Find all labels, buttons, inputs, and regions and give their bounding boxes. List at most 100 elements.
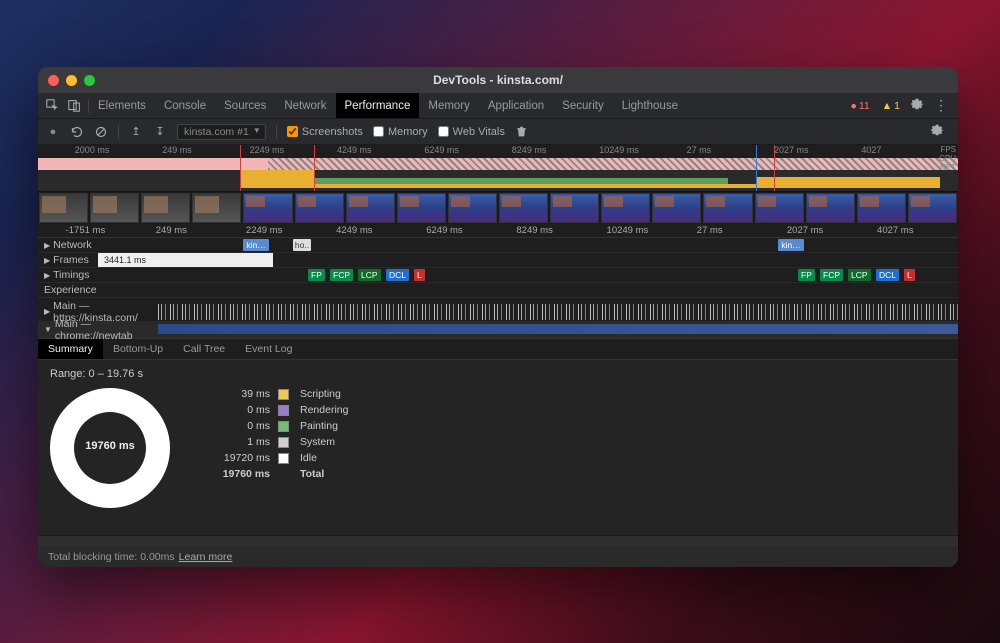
screenshot-thumb[interactable] (397, 193, 446, 223)
overview-tick: 2027 ms (774, 145, 809, 155)
ruler-tick: 4027 ms (877, 225, 913, 236)
timeline-overview[interactable]: 2000 ms249 ms2249 ms4249 ms6249 ms8249 m… (38, 145, 958, 192)
screenshot-thumb[interactable] (141, 193, 190, 223)
ruler-tick: 6249 ms (426, 225, 462, 236)
screenshot-thumb[interactable] (448, 193, 497, 223)
screenshot-thumb[interactable] (550, 193, 599, 223)
timing-fp[interactable]: FP (308, 269, 325, 281)
screenshot-thumb[interactable] (806, 193, 855, 223)
screenshot-thumb[interactable] (243, 193, 292, 223)
screenshot-thumb[interactable] (857, 193, 906, 223)
tab-lighthouse[interactable]: Lighthouse (613, 93, 687, 118)
overview-tick: 10249 ms (599, 145, 639, 155)
inspect-icon[interactable] (44, 98, 60, 114)
legend-value: 39 ms (210, 388, 270, 400)
details-tabs: SummaryBottom-UpCall TreeEvent Log (38, 338, 958, 360)
legend-value: 1 ms (210, 436, 270, 448)
trash-icon[interactable] (515, 125, 529, 139)
frames-track[interactable]: ▶Frames 3441.1 ms (38, 253, 958, 268)
screenshot-thumb[interactable] (499, 193, 548, 223)
tbt-label: Total blocking time: 0.00ms (48, 551, 175, 563)
overview-tick: 4249 ms (337, 145, 372, 155)
legend-label: System (300, 436, 348, 448)
network-item[interactable]: kin… (778, 239, 804, 251)
timing-lcp[interactable]: LCP (848, 269, 871, 281)
ruler-tick: 8249 ms (516, 225, 552, 236)
screenshot-thumb[interactable] (652, 193, 701, 223)
legend-label: Scripting (300, 388, 348, 400)
ruler-tick: 2249 ms (246, 225, 282, 236)
overview-tick: 27 ms (687, 145, 712, 155)
screenshot-thumb[interactable] (755, 193, 804, 223)
tab-elements[interactable]: Elements (89, 93, 155, 118)
network-item[interactable]: ho.. (293, 239, 311, 251)
device-toolbar-icon[interactable] (66, 98, 82, 114)
timings-track[interactable]: ▶Timings FPFCPLCPDCLLFPFCPLCPDCLL (38, 268, 958, 283)
experience-track[interactable]: Experience (38, 283, 958, 298)
web-vitals-checkbox[interactable]: Web Vitals (438, 126, 505, 138)
memory-checkbox[interactable]: Memory (373, 126, 428, 138)
summary-donut: 19760 ms (50, 388, 170, 508)
legend-value: 19760 ms (210, 468, 270, 480)
panel-tabs: ElementsConsoleSourcesNetworkPerformance… (38, 93, 958, 119)
capture-settings-icon[interactable] (924, 123, 950, 140)
timing-dcl[interactable]: DCL (386, 269, 409, 281)
save-profile-icon[interactable]: ↧ (153, 125, 167, 139)
tab-performance[interactable]: Performance (336, 93, 420, 118)
details-tab-summary[interactable]: Summary (38, 339, 103, 359)
details-tab-bottom-up[interactable]: Bottom-Up (103, 339, 173, 359)
screenshot-thumb[interactable] (39, 193, 88, 223)
screenshot-thumb[interactable] (601, 193, 650, 223)
ruler-tick: 2027 ms (787, 225, 823, 236)
fps-label: FPS (939, 145, 956, 154)
timing-l[interactable]: L (904, 269, 915, 281)
network-item[interactable]: kin… (243, 239, 269, 251)
clear-icon[interactable] (94, 125, 108, 139)
record-icon[interactable]: ● (46, 125, 60, 139)
legend-swatch (278, 437, 289, 448)
overview-tick: 8249 ms (512, 145, 547, 155)
tab-network[interactable]: Network (275, 93, 335, 118)
tab-memory[interactable]: Memory (419, 93, 479, 118)
screenshots-checkbox[interactable]: Screenshots (287, 126, 363, 138)
tab-application[interactable]: Application (479, 93, 553, 118)
more-icon[interactable]: ⋮ (930, 97, 952, 114)
screenshot-thumb[interactable] (192, 193, 241, 223)
settings-icon[interactable] (904, 97, 930, 114)
perf-toolbar: ● ↥ ↧ kinsta.com #1 ▼ Screenshots Memory… (38, 119, 958, 145)
screenshot-thumb[interactable] (90, 193, 139, 223)
summary-panel: Range: 0 – 19.76 s 19760 ms 39 msScripti… (38, 360, 958, 535)
newtab-track[interactable]: ▼Main — chrome://newtab (38, 322, 958, 338)
screenshot-thumb[interactable] (346, 193, 395, 223)
timing-fcp[interactable]: FCP (330, 269, 353, 281)
network-track[interactable]: ▶Network kin… ho.. kin… (38, 238, 958, 253)
details-tab-call-tree[interactable]: Call Tree (173, 339, 235, 359)
recording-select[interactable]: kinsta.com #1 ▼ (177, 124, 266, 140)
screenshot-thumb[interactable] (908, 193, 957, 223)
timing-lcp[interactable]: LCP (358, 269, 381, 281)
overview-tick: 249 ms (162, 145, 192, 155)
details-tab-event-log[interactable]: Event Log (235, 339, 302, 359)
main-thread-track[interactable]: ▶Main — https://kinsta.com/ (38, 302, 958, 322)
legend-label: Total (300, 468, 348, 480)
learn-more-link[interactable]: Learn more (179, 551, 233, 563)
warning-count[interactable]: ▲ 1 (878, 100, 904, 112)
error-count[interactable]: ● 11 (847, 100, 874, 112)
load-profile-icon[interactable]: ↥ (129, 125, 143, 139)
tab-console[interactable]: Console (155, 93, 215, 118)
tab-sources[interactable]: Sources (215, 93, 275, 118)
status-footer: Total blocking time: 0.00ms Learn more (38, 545, 958, 567)
titlebar: DevTools - kinsta.com/ (38, 67, 958, 93)
screenshot-thumb[interactable] (703, 193, 752, 223)
timing-fcp[interactable]: FCP (820, 269, 843, 281)
timing-l[interactable]: L (414, 269, 425, 281)
legend-value: 0 ms (210, 404, 270, 416)
timing-dcl[interactable]: DCL (876, 269, 899, 281)
tab-security[interactable]: Security (553, 93, 613, 118)
reload-icon[interactable] (70, 125, 84, 139)
timeline-ruler[interactable]: -1751 ms249 ms2249 ms4249 ms6249 ms8249 … (38, 224, 958, 238)
screenshot-thumb[interactable] (295, 193, 344, 223)
cpu-label: CPU (939, 154, 956, 163)
screenshot-filmstrip[interactable] (38, 192, 958, 224)
timing-fp[interactable]: FP (798, 269, 815, 281)
